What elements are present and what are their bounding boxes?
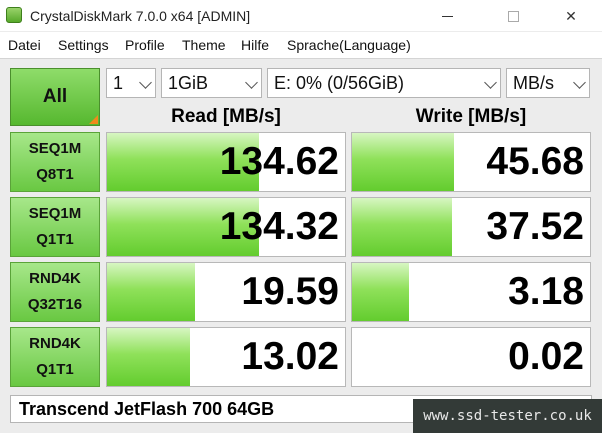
write-bar <box>352 198 452 256</box>
drive-comment-text: Transcend JetFlash 700 64GB <box>19 399 275 419</box>
drive-select[interactable]: E: 0% (0/56GiB) <box>267 68 501 98</box>
read-result-cell: 19.59 <box>106 262 346 322</box>
test-params: Q8T1 <box>36 166 74 183</box>
chevron-down-icon <box>245 76 258 89</box>
menu-language[interactable]: Sprache(Language) <box>287 37 411 53</box>
count-select[interactable]: 1 <box>106 68 156 98</box>
menu-profile[interactable]: Profile <box>125 37 165 53</box>
write-result-cell: 3.18 <box>351 262 591 322</box>
size-value: 1GiB <box>168 73 209 93</box>
test-button-rnd4k-q32t16[interactable]: RND4K Q32T16 <box>10 262 100 322</box>
read-value: 134.32 <box>219 205 339 248</box>
test-name: SEQ1M <box>28 140 82 157</box>
test-name: RND4K <box>29 270 81 287</box>
read-header: Read [MB/s] <box>171 106 281 127</box>
minimize-button[interactable] <box>424 0 470 32</box>
menu-hilfe[interactable]: Hilfe <box>241 37 269 53</box>
close-icon: ✕ <box>565 7 577 24</box>
write-result-cell: 37.52 <box>351 197 591 257</box>
minimize-icon <box>441 15 453 17</box>
test-name: RND4K <box>29 335 81 352</box>
menu-datei[interactable]: Datei <box>8 37 41 53</box>
maximize-icon <box>507 10 519 22</box>
maximize-button[interactable] <box>490 0 536 32</box>
write-header: Write [MB/s] <box>415 106 527 127</box>
drive-value: E: 0% (0/56GiB) <box>274 73 405 93</box>
read-result-cell: 13.02 <box>106 327 346 387</box>
menu-settings[interactable]: Settings <box>58 37 109 53</box>
test-params: Q1T1 <box>36 361 74 378</box>
app-icon <box>6 7 22 23</box>
chevron-down-icon <box>573 76 586 89</box>
test-params: Q1T1 <box>36 231 74 248</box>
test-params: Q32T16 <box>27 296 83 313</box>
chevron-down-icon <box>139 76 152 89</box>
read-result-cell: 134.32 <box>106 197 346 257</box>
watermark: www.ssd-tester.co.uk <box>413 399 602 433</box>
close-button[interactable]: ✕ <box>548 0 594 32</box>
write-value: 37.52 <box>486 205 584 248</box>
read-bar <box>107 263 196 321</box>
menu-theme[interactable]: Theme <box>182 37 226 53</box>
unit-select[interactable]: MB/s <box>506 68 590 98</box>
chevron-down-icon <box>484 76 497 89</box>
write-value: 3.18 <box>508 270 584 313</box>
menu-bar: Datei Settings Profile Theme Hilfe Sprac… <box>0 32 602 58</box>
write-bar <box>352 263 410 321</box>
read-bar <box>107 328 191 386</box>
test-button-seq1m-q8t1[interactable]: SEQ1M Q8T1 <box>10 132 100 192</box>
window-title: CrystalDiskMark 7.0.0 x64 [ADMIN] <box>30 8 251 24</box>
corner-marker-icon <box>89 115 98 124</box>
write-value: 0.02 <box>508 335 584 378</box>
read-result-cell: 134.62 <box>106 132 346 192</box>
test-button-seq1m-q1t1[interactable]: SEQ1M Q1T1 <box>10 197 100 257</box>
read-value: 13.02 <box>241 335 339 378</box>
all-button-label: All <box>42 86 68 107</box>
read-value: 134.62 <box>219 140 339 183</box>
size-select[interactable]: 1GiB <box>161 68 262 98</box>
unit-value: MB/s <box>513 73 555 93</box>
count-value: 1 <box>113 73 124 93</box>
all-button[interactable]: All <box>10 68 100 126</box>
read-value: 19.59 <box>241 270 339 313</box>
write-result-cell: 45.68 <box>351 132 591 192</box>
test-name: SEQ1M <box>28 205 82 222</box>
test-button-rnd4k-q1t1[interactable]: RND4K Q1T1 <box>10 327 100 387</box>
write-value: 45.68 <box>486 140 584 183</box>
write-bar <box>352 133 455 191</box>
title-bar: CrystalDiskMark 7.0.0 x64 [ADMIN] ✕ <box>0 0 602 32</box>
write-result-cell: 0.02 <box>351 327 591 387</box>
